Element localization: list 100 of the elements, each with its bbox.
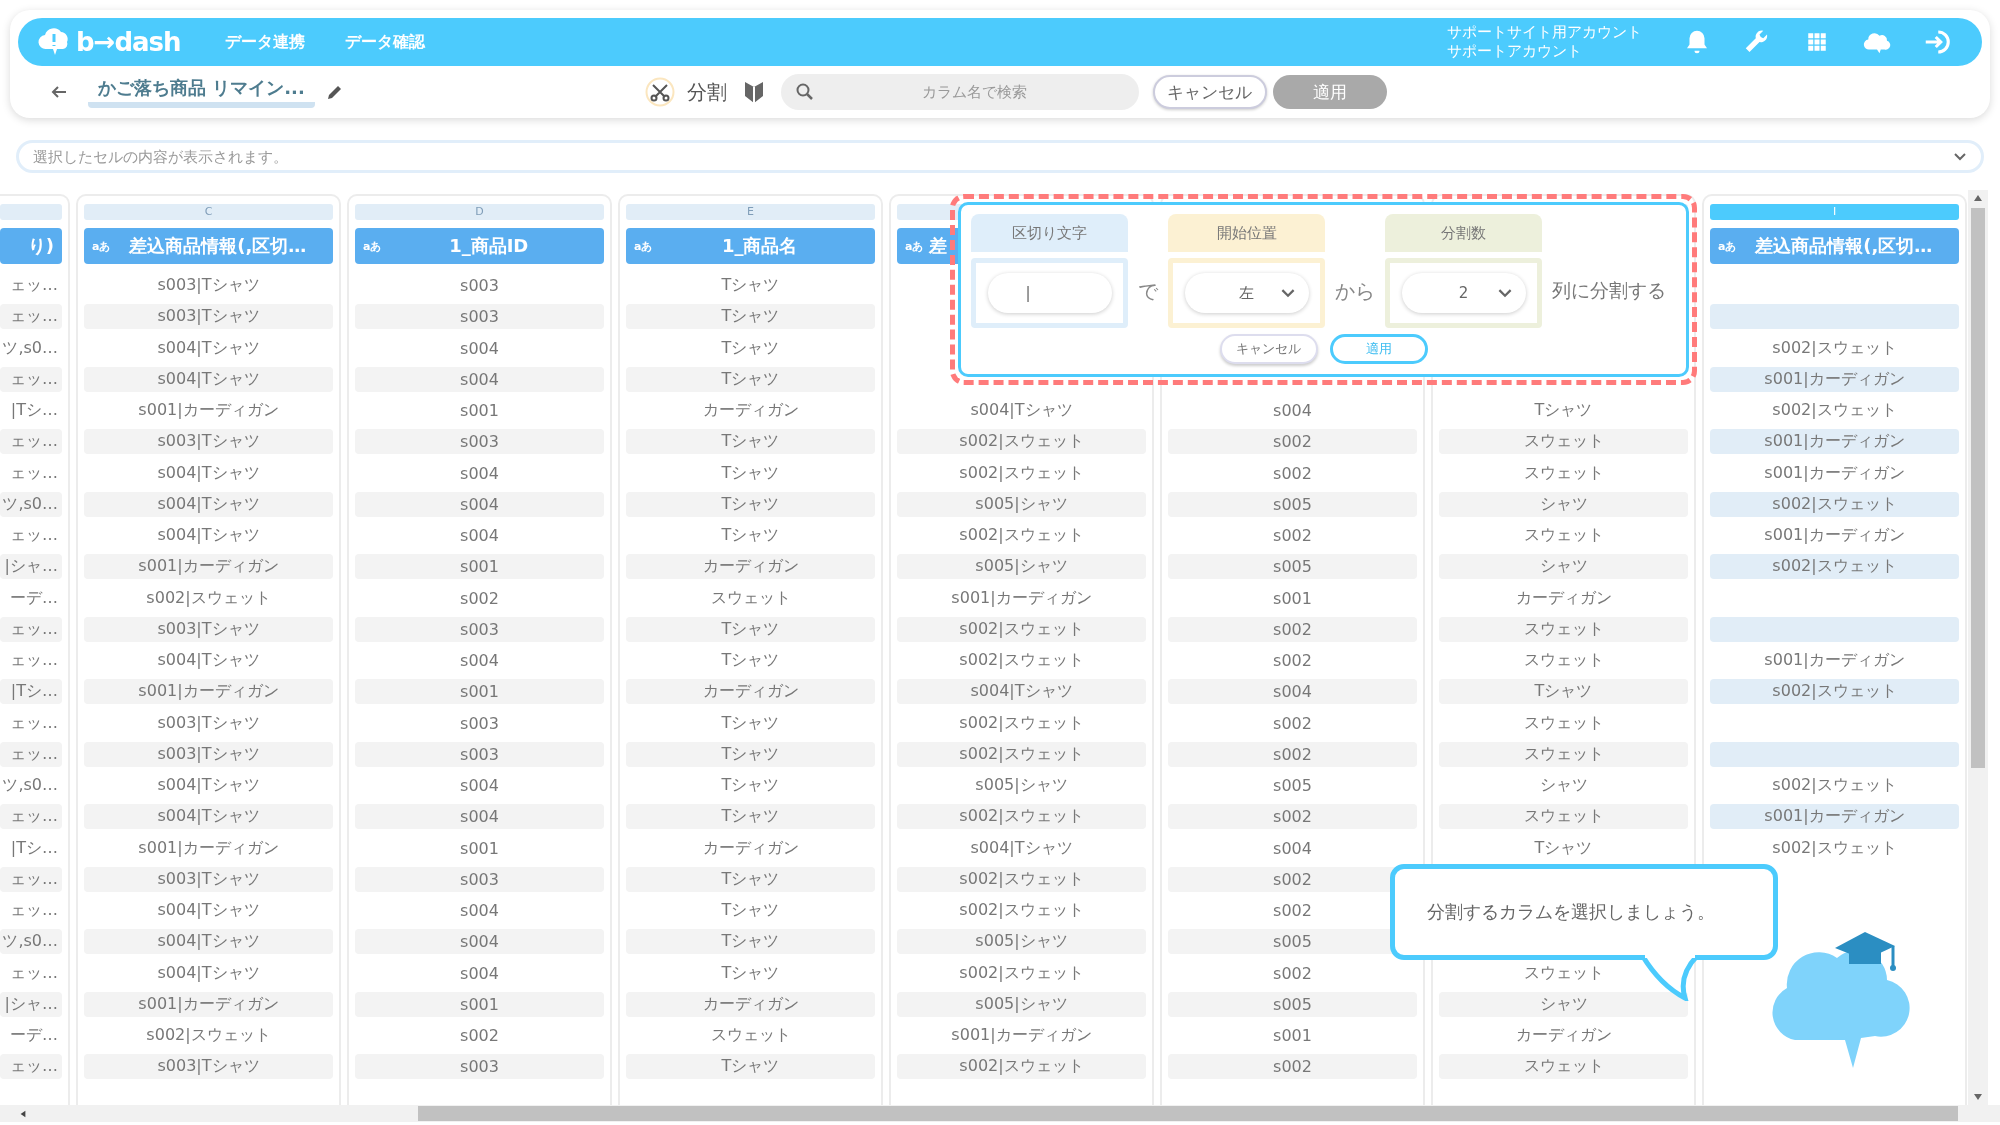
- table-cell[interactable]: s004: [355, 898, 604, 924]
- table-cell[interactable]: s002|スウェット: [84, 585, 333, 611]
- table-cell[interactable]: s002|スウェット: [1710, 335, 1959, 361]
- table-cell[interactable]: Tシャツ: [626, 898, 875, 924]
- table-cell[interactable]: s004|Tシャツ: [84, 491, 333, 517]
- table-cell[interactable]: s003|Tシャツ: [84, 710, 333, 736]
- table-cell[interactable]: s004: [355, 648, 604, 674]
- table-cell[interactable]: s002|スウェット: [897, 648, 1146, 674]
- table-cell[interactable]: カーディガン: [626, 679, 875, 705]
- table-cell[interactable]: カーディガン: [1439, 585, 1688, 611]
- table-cell[interactable]: s001|カーディガン: [84, 398, 333, 424]
- table-cell[interactable]: s004|Tシャツ: [84, 460, 333, 486]
- cancel-button[interactable]: キャンセル: [1152, 75, 1267, 109]
- table-cell[interactable]: s001|カーディガン: [1710, 523, 1959, 549]
- table-cell[interactable]: s002: [1168, 460, 1417, 486]
- table-cell[interactable]: ェッ…: [0, 710, 62, 736]
- table-column[interactable]: D aあ 1_商品ID s003 s003 s004 s004 s001 s003 s004 s004 s004 s001 s002 s003 s004 s001 s003 s003 s004 s004 s001 s003 s004 s004 s004 s001 s002 s003: [347, 194, 612, 1105]
- table-cell[interactable]: s002|スウェット: [897, 460, 1146, 486]
- table-cell[interactable]: ェッ…: [0, 523, 62, 549]
- table-cell[interactable]: s002: [355, 1023, 604, 1049]
- table-cell[interactable]: スウェット: [1439, 460, 1688, 486]
- table-cell[interactable]: カーディガン: [626, 398, 875, 424]
- table-cell[interactable]: ェッ…: [0, 616, 62, 642]
- table-cell[interactable]: ツ,s0…: [0, 929, 62, 955]
- table-cell[interactable]: s004|Tシャツ: [897, 679, 1146, 705]
- table-cell[interactable]: スウェット: [1439, 523, 1688, 549]
- table-cell[interactable]: ーデ…: [0, 1023, 62, 1049]
- table-cell[interactable]: s001|カーディガン: [1710, 366, 1959, 392]
- table-cell[interactable]: s001: [355, 398, 604, 424]
- table-cell[interactable]: Tシャツ: [626, 616, 875, 642]
- table-cell[interactable]: Tシャツ: [626, 429, 875, 455]
- table-cell[interactable]: ェッ…: [0, 960, 62, 986]
- table-cell[interactable]: Tシャツ: [626, 741, 875, 767]
- table-cell[interactable]: s001|カーディガン: [897, 585, 1146, 611]
- table-cell[interactable]: Tシャツ: [626, 648, 875, 674]
- table-cell[interactable]: s002|スウェット: [897, 710, 1146, 736]
- table-cell[interactable]: シャツ: [1439, 491, 1688, 517]
- table-cell[interactable]: s001|カーディガン: [84, 991, 333, 1017]
- table-cell[interactable]: Tシャツ: [626, 804, 875, 830]
- table-cell[interactable]: シャツ: [1439, 554, 1688, 580]
- table-cell[interactable]: s002|スウェット: [897, 741, 1146, 767]
- table-cell[interactable]: スウェット: [1439, 741, 1688, 767]
- table-cell[interactable]: s003: [355, 304, 604, 330]
- column-letter[interactable]: D: [355, 204, 604, 220]
- table-cell[interactable]: s003|Tシャツ: [84, 304, 333, 330]
- table-cell[interactable]: シャツ: [1439, 773, 1688, 799]
- table-cell[interactable]: s005: [1168, 554, 1417, 580]
- table-cell[interactable]: |Tシ…: [0, 679, 62, 705]
- table-cell[interactable]: s004|Tシャツ: [84, 804, 333, 830]
- table-cell[interactable]: s002|スウェット: [1710, 773, 1959, 799]
- table-cell[interactable]: s003|Tシャツ: [84, 1054, 333, 1080]
- dropdown[interactable]: 左: [1184, 273, 1309, 313]
- table-cell[interactable]: s005|シャツ: [897, 554, 1146, 580]
- table-cell[interactable]: s001: [355, 991, 604, 1017]
- table-cell[interactable]: ェッ…: [0, 273, 62, 299]
- table-cell[interactable]: s002|スウェット: [84, 1023, 333, 1049]
- table-cell[interactable]: ツ,s0…: [0, 773, 62, 799]
- table-cell[interactable]: s002|スウェット: [897, 429, 1146, 455]
- table-cell[interactable]: s002|スウェット: [897, 616, 1146, 642]
- table-cell[interactable]: ェッ…: [0, 741, 62, 767]
- table-cell[interactable]: ェッ…: [0, 804, 62, 830]
- table-cell[interactable]: s003|Tシャツ: [84, 616, 333, 642]
- column-header[interactable]: aあ 差込商品情報(,区切…: [1710, 228, 1959, 264]
- table-cell[interactable]: カーディガン: [626, 835, 875, 861]
- table-cell[interactable]: s004|Tシャツ: [84, 366, 333, 392]
- table-cell[interactable]: Tシャツ: [1439, 679, 1688, 705]
- table-cell[interactable]: s002|スウェット: [897, 523, 1146, 549]
- table-cell[interactable]: カーディガン: [626, 554, 875, 580]
- table-cell[interactable]: ツ,s0…: [0, 335, 62, 361]
- table-cell[interactable]: s002: [1168, 523, 1417, 549]
- table-cell[interactable]: Tシャツ: [1439, 835, 1688, 861]
- page-title[interactable]: かご落ち商品 リマイン...: [88, 76, 315, 108]
- table-cell[interactable]: s002|スウェット: [1710, 835, 1959, 861]
- table-cell[interactable]: Tシャツ: [626, 273, 875, 299]
- table-cell[interactable]: s001|カーディガン: [897, 1023, 1146, 1049]
- table-cell[interactable]: s004: [1168, 679, 1417, 705]
- table-cell[interactable]: s001: [355, 835, 604, 861]
- table-cell[interactable]: スウェット: [626, 585, 875, 611]
- table-cell[interactable]: スウェット: [1439, 648, 1688, 674]
- table-cell[interactable]: s005|シャツ: [897, 991, 1146, 1017]
- column-header[interactable]: aあ 1_商品ID: [355, 228, 604, 264]
- table-cell[interactable]: s004: [355, 491, 604, 517]
- table-cell[interactable]: ツ,s0…: [0, 491, 62, 517]
- table-cell[interactable]: s002: [1168, 710, 1417, 736]
- table-cell[interactable]: s003|Tシャツ: [84, 741, 333, 767]
- table-cell[interactable]: s003: [355, 866, 604, 892]
- table-cell[interactable]: s001: [1168, 1023, 1417, 1049]
- table-cell[interactable]: s005: [1168, 991, 1417, 1017]
- table-cell[interactable]: s002: [1168, 960, 1417, 986]
- table-cell[interactable]: スウェット: [1439, 1054, 1688, 1080]
- table-cell[interactable]: Tシャツ: [626, 866, 875, 892]
- table-cell[interactable]: s005|シャツ: [897, 929, 1146, 955]
- table-cell[interactable]: |シャ…: [0, 991, 62, 1017]
- table-cell[interactable]: s003|Tシャツ: [84, 866, 333, 892]
- column-letter[interactable]: C: [84, 204, 333, 220]
- table-cell[interactable]: s002|スウェット: [1710, 491, 1959, 517]
- search-field[interactable]: カラム名で検索: [780, 74, 1139, 110]
- table-cell[interactable]: s001: [355, 679, 604, 705]
- table-cell[interactable]: Tシャツ: [626, 460, 875, 486]
- table-cell[interactable]: s005: [1168, 491, 1417, 517]
